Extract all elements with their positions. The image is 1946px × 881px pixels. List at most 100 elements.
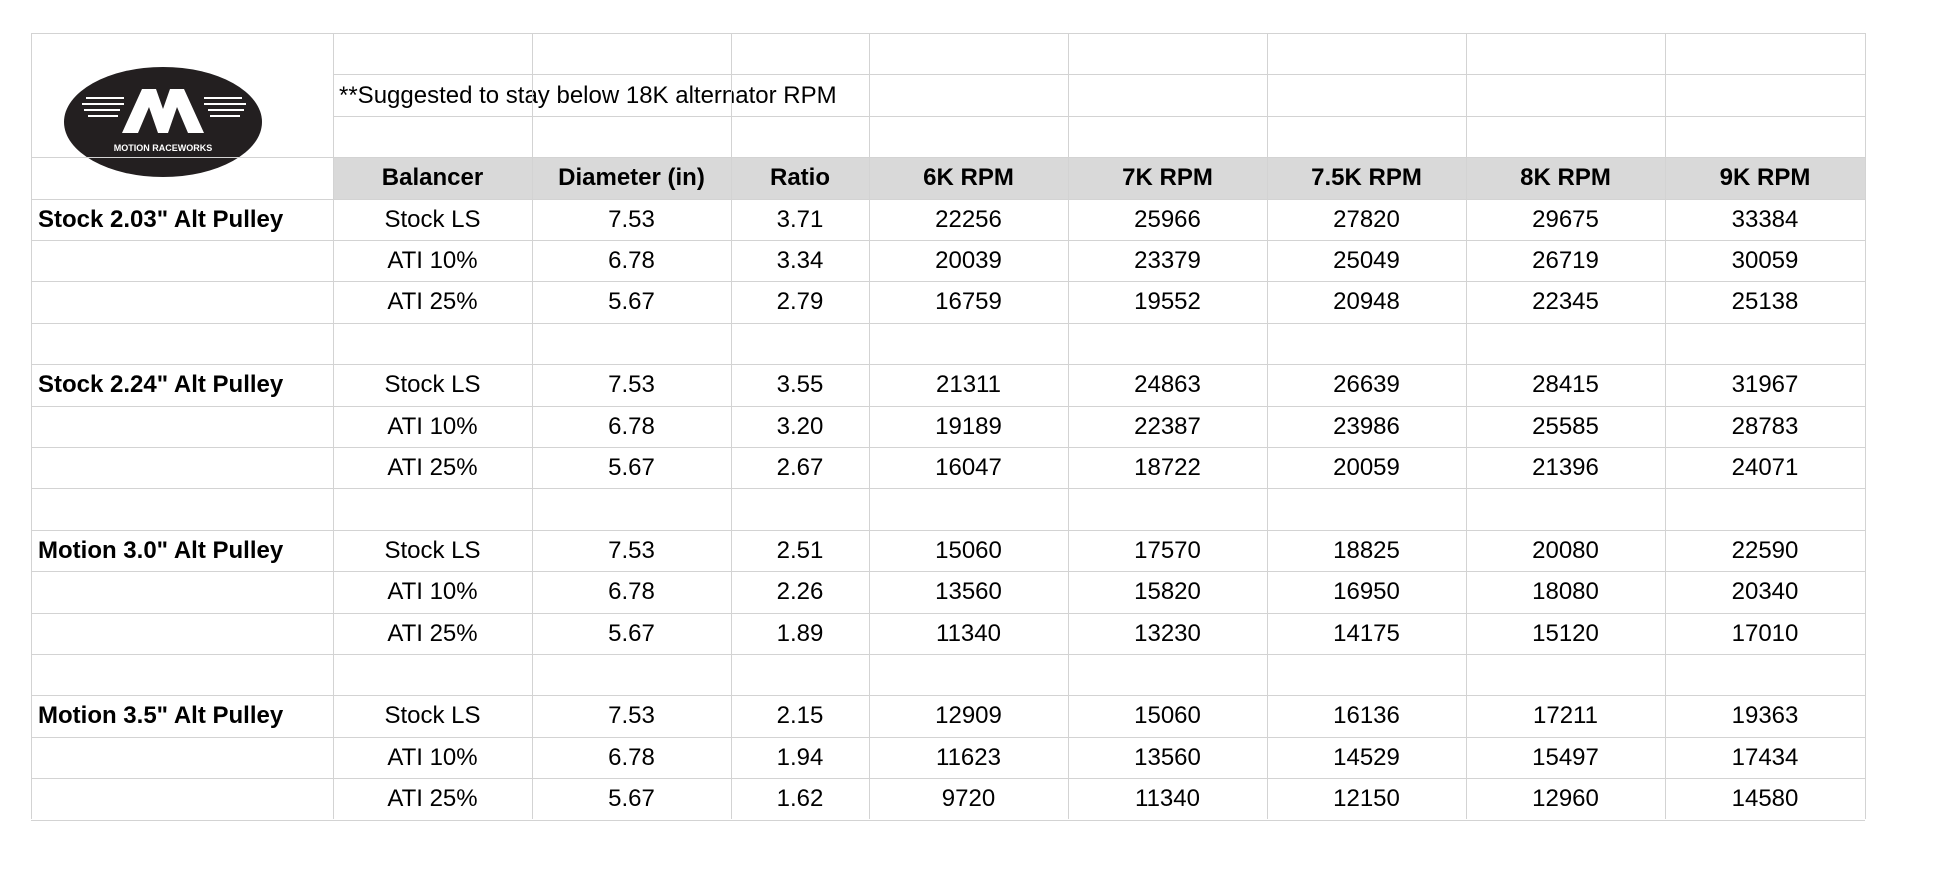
column-header: 7K RPM xyxy=(1122,164,1213,191)
column-header: 6K RPM xyxy=(923,164,1014,191)
table-cell: 2.26 xyxy=(776,578,824,605)
alternator-rpm-note: **Suggested to stay below 18K alternator… xyxy=(339,82,837,109)
column-header: 9K RPM xyxy=(1719,164,1811,191)
table-cell: 29675 xyxy=(1532,206,1599,233)
table-cell: 25966 xyxy=(1134,206,1201,233)
table-cell: 12150 xyxy=(1333,785,1400,812)
table-cell: 2.67 xyxy=(776,454,824,481)
table-cell: 6.78 xyxy=(608,578,655,605)
column-header: Diameter (in) xyxy=(558,164,705,191)
table-cell: 3.71 xyxy=(776,206,824,233)
spreadsheet: MOTION RACEWORKS **Suggested to stay bel… xyxy=(31,33,1866,821)
table-cell: 17010 xyxy=(1731,620,1799,647)
table-cell: 6.78 xyxy=(608,413,655,440)
table-cell: 1.94 xyxy=(776,744,824,771)
table-cell: 17570 xyxy=(1134,537,1201,564)
table-cell: 7.53 xyxy=(608,371,655,398)
table-cell: 16047 xyxy=(935,454,1002,481)
column-header: 8K RPM xyxy=(1520,164,1611,191)
group-title: Motion 3.5" Alt Pulley xyxy=(38,702,284,729)
table-cell: 30059 xyxy=(1731,247,1799,274)
table-cell: 18080 xyxy=(1532,578,1599,605)
table-cell: 14580 xyxy=(1731,785,1799,812)
table-cell: 11623 xyxy=(936,744,1001,771)
table-cell: 15820 xyxy=(1134,578,1201,605)
table-cell: 2.51 xyxy=(776,537,824,564)
table-cell: ATI 10% xyxy=(387,744,478,771)
table-cell: 28415 xyxy=(1532,371,1599,398)
table-cell: ATI 25% xyxy=(387,454,478,481)
table-cell: 20080 xyxy=(1532,537,1599,564)
table-cell: 24071 xyxy=(1731,454,1799,481)
table-cell: 15060 xyxy=(1134,702,1201,729)
grid-row-line xyxy=(31,323,1865,324)
grid-row-line xyxy=(333,116,1865,117)
table-cell: Stock LS xyxy=(384,537,481,564)
table-cell: 21396 xyxy=(1532,454,1599,481)
table-cell: 17211 xyxy=(1533,702,1598,729)
table-cell: 16136 xyxy=(1333,702,1400,729)
table-cell: 9720 xyxy=(941,785,996,812)
table-cell: 18825 xyxy=(1333,537,1400,564)
table-cell: 7.53 xyxy=(608,537,655,564)
table-cell: 22345 xyxy=(1532,288,1599,315)
table-cell: ATI 10% xyxy=(387,413,478,440)
table-cell: 5.67 xyxy=(608,288,655,315)
table-cell: 22590 xyxy=(1731,537,1799,564)
grid-column-line xyxy=(1865,33,1866,819)
table-cell: 5.67 xyxy=(608,454,655,481)
table-cell: 20059 xyxy=(1333,454,1400,481)
table-cell: 26719 xyxy=(1532,247,1599,274)
table-cell: 25138 xyxy=(1731,288,1799,315)
table-cell: 19189 xyxy=(935,413,1002,440)
table-cell: 16759 xyxy=(935,288,1002,315)
table-cell: 6.78 xyxy=(608,247,655,274)
table-cell: 28783 xyxy=(1731,413,1799,440)
table-cell: 33384 xyxy=(1731,206,1799,233)
table-cell: 13560 xyxy=(935,578,1002,605)
grid-row-line xyxy=(31,654,1865,655)
group-title: Stock 2.03" Alt Pulley xyxy=(38,206,284,233)
table-cell: 14175 xyxy=(1333,620,1400,647)
table-cell: 31967 xyxy=(1731,371,1799,398)
table-cell: 12909 xyxy=(935,702,1002,729)
table-cell: ATI 25% xyxy=(387,288,478,315)
table-cell: 23379 xyxy=(1134,247,1201,274)
table-cell: 18722 xyxy=(1134,454,1201,481)
table-cell: 7.53 xyxy=(608,702,655,729)
column-header: Balancer xyxy=(381,164,484,191)
grid-row-line xyxy=(31,488,1865,489)
table-cell: 19363 xyxy=(1731,702,1799,729)
grid-row-line xyxy=(31,33,1865,34)
table-cell: 16950 xyxy=(1333,578,1400,605)
column-header: Ratio xyxy=(770,164,830,191)
motion-raceworks-logo: MOTION RACEWORKS xyxy=(64,67,262,177)
table-cell: Stock LS xyxy=(384,702,481,729)
table-cell: 27820 xyxy=(1333,206,1400,233)
table-cell: ATI 25% xyxy=(387,620,478,647)
table-cell: 6.78 xyxy=(608,744,655,771)
table-cell: Stock LS xyxy=(384,206,481,233)
table-cell: ATI 10% xyxy=(387,247,478,274)
table-cell: 17434 xyxy=(1731,744,1799,771)
group-title: Motion 3.0" Alt Pulley xyxy=(38,537,284,564)
table-cell: 1.62 xyxy=(776,785,824,812)
table-cell: Stock LS xyxy=(384,371,481,398)
table-cell: 15060 xyxy=(935,537,1002,564)
table-cell: 21311 xyxy=(936,371,1001,398)
table-cell: 20039 xyxy=(935,247,1002,274)
table-cell: 23986 xyxy=(1333,413,1400,440)
table-cell: 19552 xyxy=(1134,288,1201,315)
table-cell: 5.67 xyxy=(608,620,655,647)
table-cell: 20340 xyxy=(1731,578,1799,605)
table-cell: 3.34 xyxy=(776,247,824,274)
table-cell: 26639 xyxy=(1333,371,1400,398)
table-cell: 25049 xyxy=(1333,247,1400,274)
table-cell: 7.53 xyxy=(608,206,655,233)
logo-text: MOTION RACEWORKS xyxy=(114,143,213,153)
table-cell: 2.15 xyxy=(776,702,824,729)
table-cell: 22256 xyxy=(935,206,1002,233)
table-cell: 20948 xyxy=(1333,288,1400,315)
table-cell: 13230 xyxy=(1134,620,1201,647)
table-cell: 22387 xyxy=(1134,413,1201,440)
